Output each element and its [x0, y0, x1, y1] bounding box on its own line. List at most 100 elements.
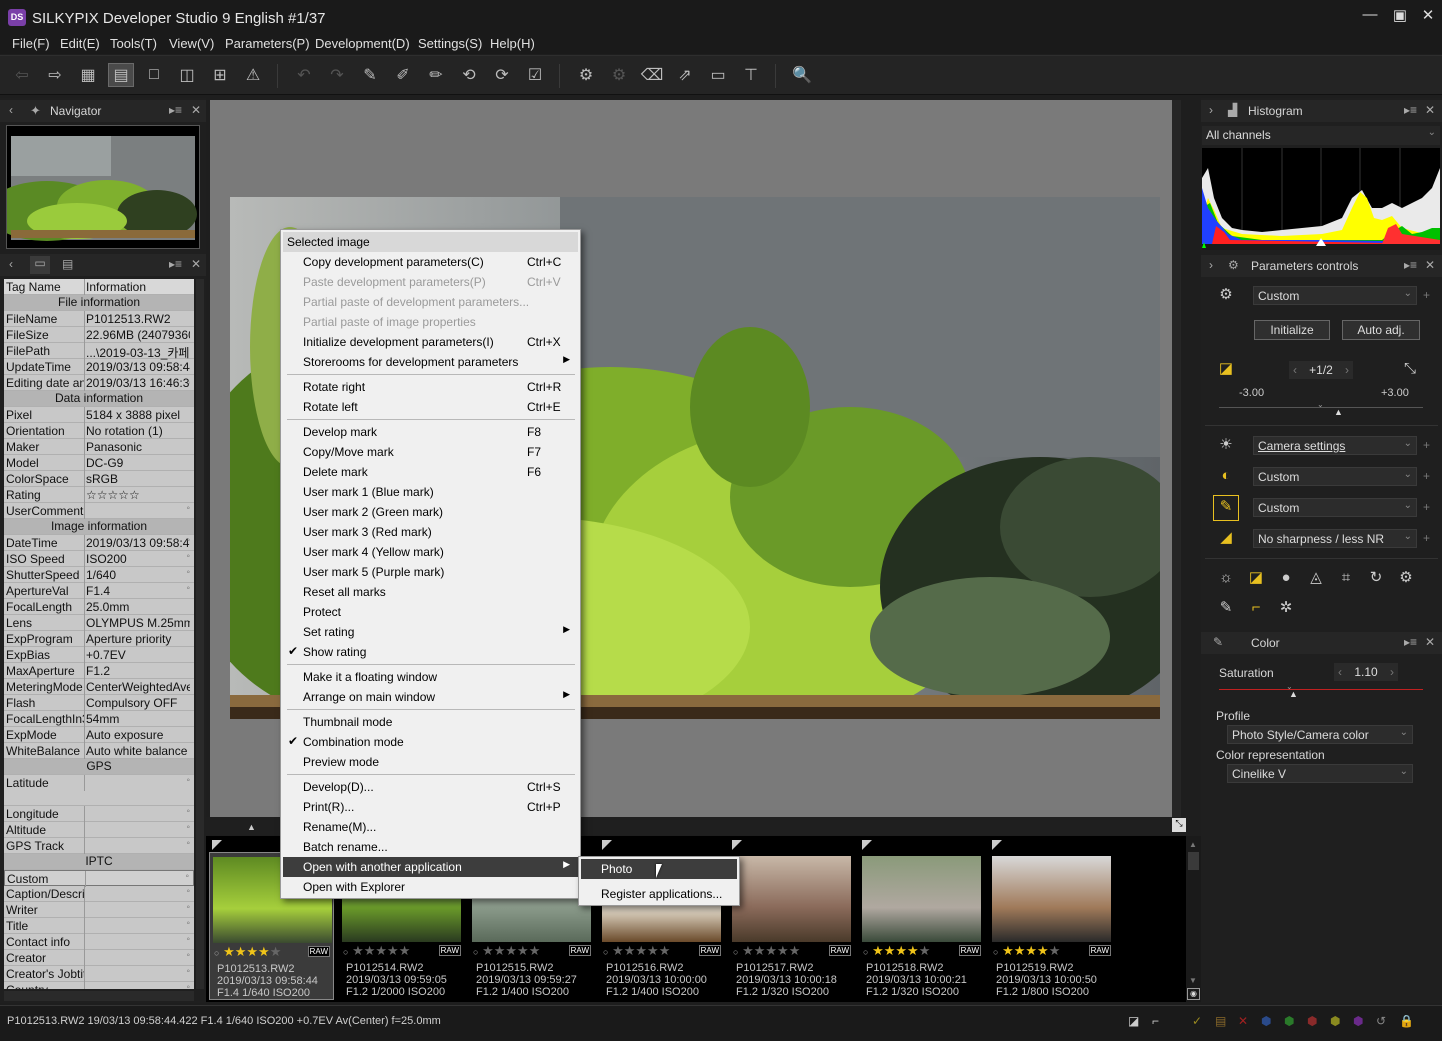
zoom-icon[interactable]: 🔍	[789, 63, 815, 87]
menu-parameters[interactable]: Parameters(P)	[225, 36, 310, 51]
context-menu-item[interactable]: User mark 4 (Yellow mark)	[283, 542, 578, 562]
star-icon[interactable]: ★	[1049, 943, 1061, 958]
info-row[interactable]: Longitude ◦	[4, 806, 194, 822]
info-hscrollbar[interactable]	[4, 991, 194, 1001]
info-row[interactable]: ExpMode Auto exposure	[4, 727, 194, 743]
add-preset-icon[interactable]: +	[1423, 288, 1430, 302]
info-row[interactable]: Country ◦	[4, 982, 194, 989]
exposure-icon[interactable]: ◪	[1215, 358, 1237, 380]
star-icon[interactable]: ★	[387, 943, 399, 958]
star-icon[interactable]: ★	[482, 943, 494, 958]
info-row[interactable]: Creator ◦	[4, 950, 194, 966]
info-row[interactable]: ExpBias +0.7EV	[4, 647, 194, 663]
edit-dot-icon[interactable]: ◦	[186, 583, 190, 594]
color-pen-icon[interactable]: ✎	[1213, 495, 1239, 521]
info-row[interactable]: Lens OLYMPUS M.25mm	[4, 615, 194, 631]
info-section-header[interactable]: GPS	[4, 759, 194, 775]
maximize-button[interactable]: ▣	[1385, 6, 1415, 24]
panel-menu-icon[interactable]: ▸≡	[169, 257, 182, 271]
delete-mark-status-icon[interactable]: ✕	[1238, 1014, 1248, 1028]
context-menu-item[interactable]: Print(R)... Ctrl+P	[283, 797, 578, 817]
info-row[interactable]: Contact info ◦	[4, 934, 194, 950]
panel-close-icon[interactable]: ✕	[1425, 103, 1435, 117]
white-balance-select[interactable]: Camera settings ⌄	[1253, 436, 1417, 455]
context-menu-item[interactable]: User mark 1 (Blue mark)	[283, 482, 578, 502]
edit-dot-icon[interactable]: ◦	[186, 918, 190, 929]
info-row[interactable]: Writer ◦	[4, 902, 194, 918]
sharpness-icon[interactable]: ◢	[1215, 527, 1237, 549]
info-row[interactable]: DateTime 2019/03/13 09:58:4 ◦	[4, 535, 194, 551]
rotate-left-icon[interactable]: ⟲	[456, 63, 482, 87]
preview-mode-icon[interactable]: □	[141, 63, 167, 87]
gear-icon[interactable]: ⚙	[1215, 284, 1237, 306]
star-icon[interactable]: ★	[235, 944, 247, 959]
thumbnail-mode-icon[interactable]: ▦	[75, 63, 101, 87]
context-menu-item[interactable]: Open with another application ▶	[283, 857, 578, 877]
star-icon[interactable]: ★	[494, 943, 506, 958]
star-icon[interactable]: ★	[505, 943, 517, 958]
edit-dot-icon[interactable]: ◦	[186, 950, 190, 961]
panel-menu-icon[interactable]: ▸≡	[1404, 635, 1417, 649]
edit-params-icon[interactable]: ✏	[423, 63, 449, 87]
star-icon[interactable]: ★	[754, 943, 766, 958]
batch-develop-icon[interactable]: ⚙	[573, 63, 599, 87]
info-row[interactable]: Editing date an 2019/03/13 16:46:30	[4, 375, 194, 391]
export-icon[interactable]: ⇗	[672, 63, 698, 87]
star-icon[interactable]: ★	[895, 943, 907, 958]
context-menu-item[interactable]: Storerooms for development parameters ▶	[283, 352, 578, 372]
context-menu-item[interactable]: Develop mark F8	[283, 422, 578, 442]
minimize-button[interactable]: —	[1355, 6, 1385, 23]
context-menu-item[interactable]: ✔ Combination mode	[283, 732, 578, 752]
saturation-stepper[interactable]: ‹ 1.10 ›	[1334, 663, 1398, 681]
star-icon[interactable]: ★	[765, 943, 777, 958]
star-icon[interactable]: ★	[352, 943, 364, 958]
settings-tool-icon[interactable]: ⚙	[1395, 567, 1417, 589]
settings-small-icon[interactable]: ◉	[1187, 988, 1200, 1000]
star-icon[interactable]: ★	[1014, 943, 1026, 958]
menu-help[interactable]: Help(H)	[490, 36, 535, 51]
add-sharpness-icon[interactable]: +	[1423, 531, 1430, 545]
context-menu-item[interactable]: Develop(D)... Ctrl+S	[283, 777, 578, 797]
warning-icon[interactable]: ⚠	[240, 63, 266, 87]
star-icon[interactable]: ★	[624, 943, 636, 958]
filmstrip-thumbnail[interactable]: ○ ★★★★★ RAW P1012517.RW2 2019/03/13 10:00:1…	[729, 852, 854, 1000]
context-menu-item[interactable]: Reset all marks	[283, 582, 578, 602]
star-icon[interactable]: ★	[647, 943, 659, 958]
info-row[interactable]: Pixel 5184 x 3888 pixel	[4, 407, 194, 423]
star-icon[interactable]: ★	[270, 944, 282, 959]
exposure-stepper[interactable]: ‹ +1/2 ›	[1289, 361, 1353, 379]
info-row[interactable]: Orientation No rotation (1)	[4, 423, 194, 439]
context-menu-item[interactable]: Rotate left Ctrl+E	[283, 397, 578, 417]
star-icon[interactable]: ★	[517, 943, 529, 958]
context-menu-item[interactable]: Set rating ▶	[283, 622, 578, 642]
star-icon[interactable]: ★	[223, 944, 235, 959]
copy-params-icon[interactable]: ✎	[357, 63, 383, 87]
viewer-vscrollbar[interactable]	[1172, 100, 1181, 817]
blue-mark-icon[interactable]: ⬢	[1261, 1014, 1271, 1028]
menu-edit[interactable]: Edit(E)	[60, 36, 100, 51]
star-icon[interactable]: ★	[375, 943, 387, 958]
star-icon[interactable]: ★	[1025, 943, 1037, 958]
crop-tool-icon[interactable]: ⌐	[1245, 597, 1267, 619]
fit-icon[interactable]: ⤡	[1172, 818, 1186, 832]
saturation-slider[interactable]	[1219, 689, 1423, 690]
edit-dot-icon[interactable]: ◦	[186, 966, 190, 977]
star-icon[interactable]: ★	[635, 943, 647, 958]
context-menu-item[interactable]: Thumbnail mode	[283, 712, 578, 732]
context-menu-item[interactable]: User mark 5 (Purple mark)	[283, 562, 578, 582]
context-menu-item[interactable]: Initialize development parameters(I) Ctrl…	[283, 332, 578, 352]
context-menu-item[interactable]: Rename(M)...	[283, 817, 578, 837]
star-icon[interactable]: ★	[246, 944, 258, 959]
preset-select[interactable]: Custom ⌄	[1253, 286, 1417, 305]
star-icon[interactable]: ★	[884, 943, 896, 958]
edit-dot-icon[interactable]: ◦	[186, 934, 190, 945]
menu-tools[interactable]: Tools(T)	[110, 36, 157, 51]
eraser-icon[interactable]: ⌫	[639, 63, 665, 87]
context-menu-item[interactable]: Open with Explorer	[283, 877, 578, 897]
edit-dot-icon[interactable]: ◦	[186, 886, 190, 897]
expand-arrow-icon[interactable]: ›	[1209, 103, 1213, 117]
info-row[interactable]: UserComment ◦	[4, 503, 194, 519]
white-balance-icon[interactable]: ☀	[1215, 434, 1237, 456]
info-row[interactable]: Altitude ◦	[4, 822, 194, 838]
tool-icon[interactable]: ⊤	[738, 63, 764, 87]
